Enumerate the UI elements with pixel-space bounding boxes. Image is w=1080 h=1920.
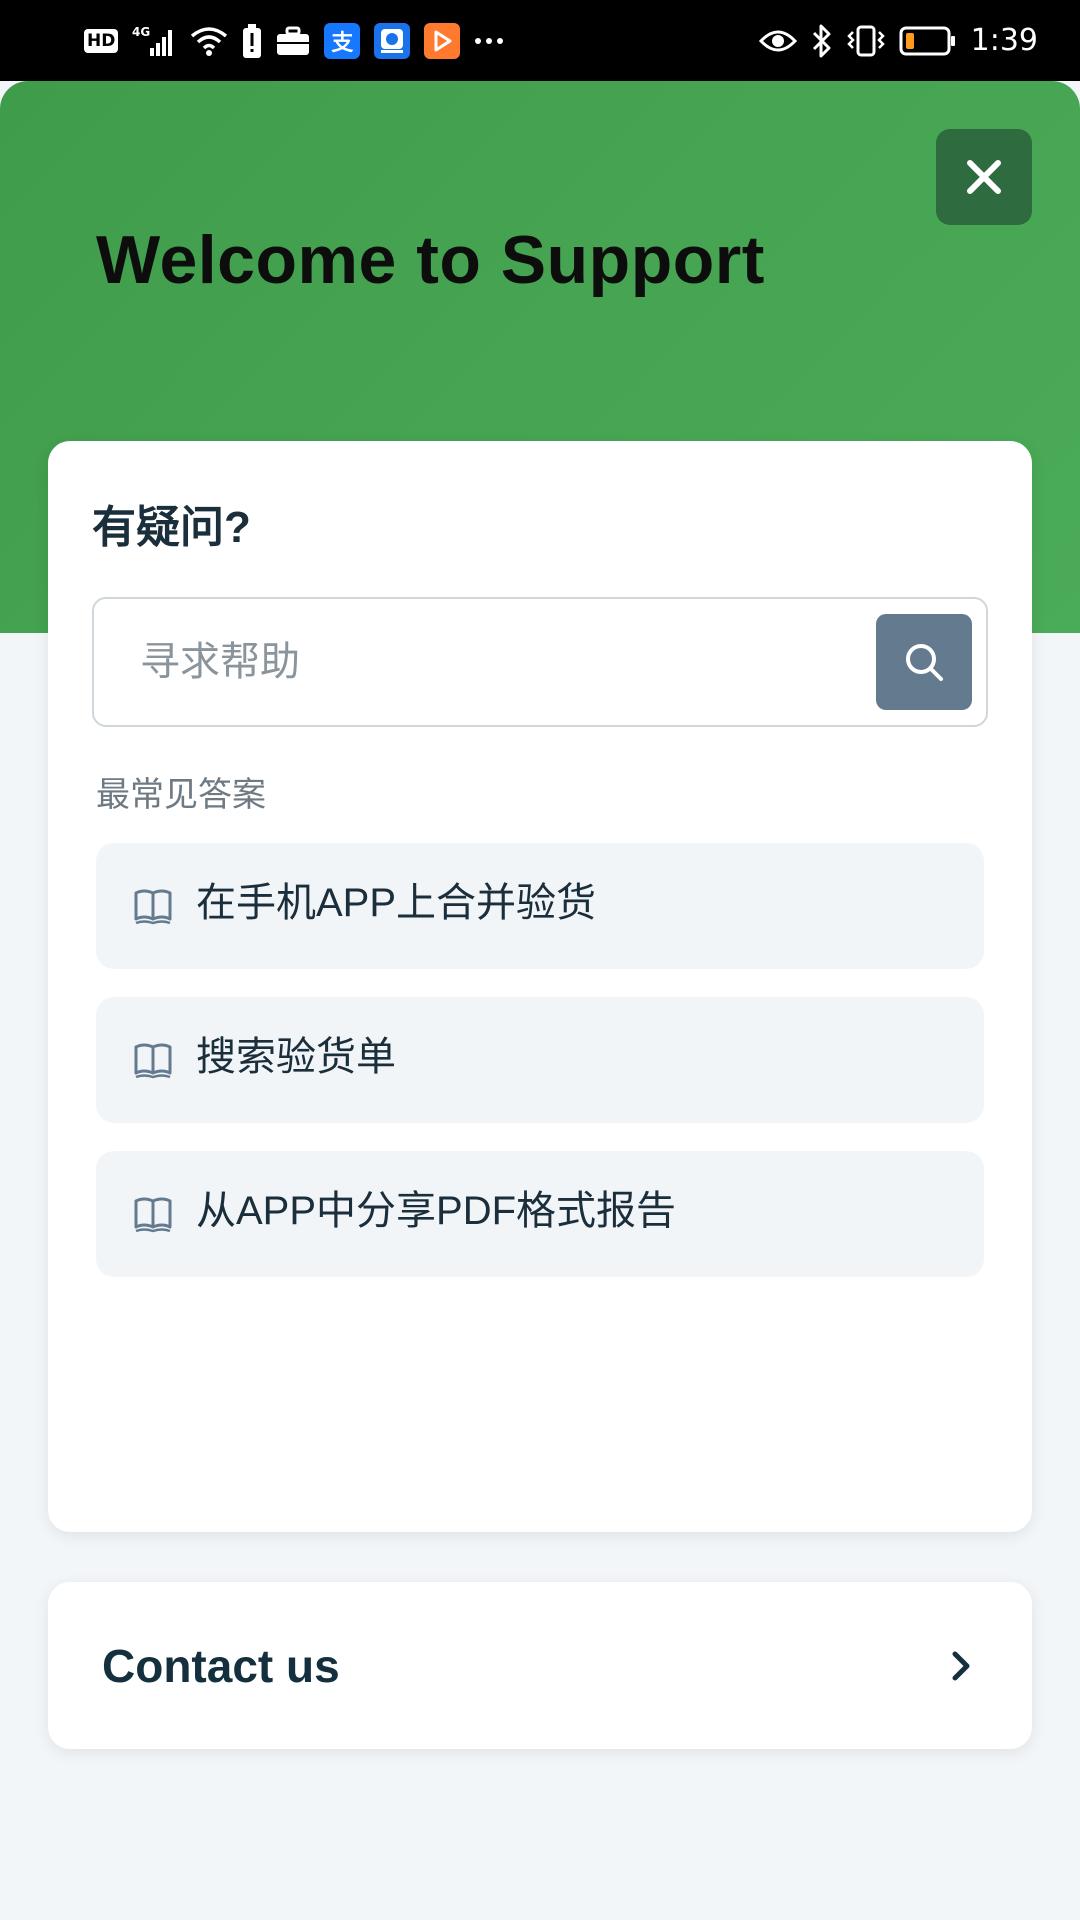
status-bar: HD 4G 支 1:39 [0, 0, 1080, 81]
battery-icon [899, 26, 957, 56]
faq-card: 有疑问? 最常见答案 在手机APP上合并验货 搜索验货单 [48, 441, 1032, 1532]
close-icon [967, 160, 1001, 194]
clock-time: 1:39 [970, 23, 1038, 58]
wifi-icon [190, 25, 228, 57]
search-button[interactable] [876, 614, 972, 710]
eye-icon [758, 28, 797, 54]
search-icon [906, 644, 943, 681]
faq-item[interactable]: 从APP中分享PDF格式报告 [96, 1151, 984, 1277]
signal-icon: 4G [132, 24, 176, 58]
document-app-icon [374, 22, 411, 59]
book-icon [134, 1043, 172, 1079]
status-bar-right: 1:39 [758, 23, 1038, 58]
close-button[interactable] [936, 129, 1032, 225]
faq-item[interactable]: 搜索验货单 [96, 997, 984, 1123]
page-title: Welcome to Support [96, 222, 765, 298]
book-icon [134, 1197, 172, 1233]
faq-item-label: 从APP中分享PDF格式报告 [196, 1189, 677, 1233]
briefcase-icon [276, 26, 310, 56]
video-app-icon [424, 22, 461, 59]
faq-item-label: 在手机APP上合并验货 [196, 881, 597, 925]
vibrate-icon [846, 24, 885, 58]
network-type-label: 4G [132, 25, 150, 39]
contact-us-button[interactable]: Contact us [48, 1582, 1032, 1749]
hd-badge: HD [84, 28, 119, 53]
faq-list: 在手机APP上合并验货 搜索验货单 从APP中分享PDF格式报告 [96, 843, 984, 1277]
faq-item-label: 搜索验货单 [196, 1035, 396, 1079]
battery-alert-icon [242, 23, 262, 58]
more-notifications-icon [474, 36, 504, 46]
faq-item[interactable]: 在手机APP上合并验货 [96, 843, 984, 969]
search-input[interactable] [138, 599, 876, 725]
contact-us-label: Contact us [102, 1639, 340, 1692]
book-icon [134, 889, 172, 925]
status-bar-left: HD 4G 支 [84, 22, 504, 59]
chevron-right-icon [952, 1651, 970, 1680]
search-box [92, 597, 988, 727]
bluetooth-icon [811, 24, 833, 58]
section-label: 最常见答案 [96, 776, 266, 814]
card-title: 有疑问? [92, 503, 251, 552]
alipay-app-icon: 支 [324, 22, 361, 59]
